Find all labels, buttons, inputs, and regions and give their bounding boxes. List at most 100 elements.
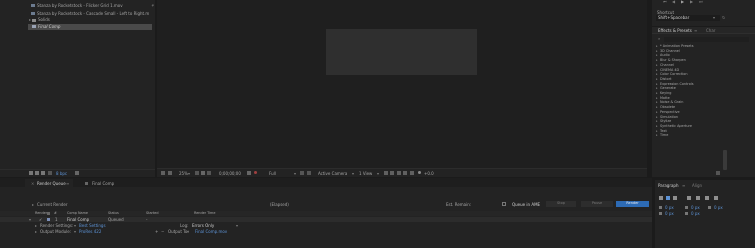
effect-category[interactable]: Keying [660,91,671,95]
column-comp-name[interactable]: Comp Name [67,211,88,215]
queue-ame-checkbox[interactable] [502,202,506,206]
effect-category[interactable]: * Animation Presets [660,44,693,48]
safe-zones-icon[interactable] [201,171,205,175]
pixel-aspect-icon[interactable] [384,171,388,175]
log-select[interactable]: Errors Only [192,224,214,228]
3d-view-icon[interactable] [168,171,172,175]
indent-right-value[interactable]: 0 px [691,206,700,210]
output-module-link[interactable]: ProRes 422 [79,230,101,234]
column-number[interactable]: # [54,211,57,215]
tab-render-queue[interactable]: Render Queue [37,182,66,186]
view-layout-select[interactable]: 1 View [359,172,372,176]
next-frame-icon[interactable]: ▶ [690,0,693,4]
exposure-value[interactable]: +0.0 [424,172,434,176]
disclosure-triangle-icon[interactable]: ▸ [29,18,31,22]
effect-category[interactable]: Blur & Sharpen [660,58,686,62]
timeline-icon[interactable] [397,171,401,175]
trash-icon[interactable] [75,171,79,175]
always-preview-icon[interactable] [161,171,165,175]
reset-exposure-icon[interactable] [410,171,414,175]
disclosure-triangle-icon[interactable]: ▸ [656,58,658,62]
chevron-down-icon[interactable]: ▾ [188,172,190,176]
effect-category[interactable]: Distort [660,77,671,81]
comp-flowchart-icon[interactable] [403,171,407,175]
zoom-select[interactable]: 25% [179,172,188,176]
disclosure-triangle-icon[interactable]: ▸ [32,203,34,207]
chevron-down-icon[interactable]: ▾ [74,230,76,234]
camera-select[interactable]: Active Camera [318,172,347,176]
align-center-icon[interactable] [666,196,670,200]
column-started[interactable]: Started [146,211,159,215]
chevron-down-icon[interactable]: ▾ [74,224,76,228]
snapshot-icon[interactable] [207,171,211,175]
play-icon[interactable]: ▶ [681,0,684,4]
space-after-value[interactable]: 0 px [691,212,700,216]
tab-effects-presets[interactable]: Effects & Presets [658,29,692,33]
column-render-time[interactable]: Render Time [194,211,215,215]
output-to-link[interactable]: Final Comp.mov [195,230,227,234]
new-composition-icon[interactable] [41,171,45,175]
align-right-icon[interactable] [673,196,677,200]
region-of-interest-icon[interactable] [300,171,304,175]
first-frame-icon[interactable]: ⏮ [663,0,667,4]
column-status[interactable]: Status [108,211,119,215]
effect-category[interactable]: Channel [660,63,674,67]
flowchart-icon[interactable]: ⚘ [151,4,155,8]
disclosure-triangle-icon[interactable]: ▸ [656,134,658,137]
disclosure-triangle-icon[interactable]: ▸ [656,72,658,76]
effect-category[interactable]: Synthetic Aperture [660,124,692,128]
chevron-down-icon[interactable]: ▾ [294,172,296,176]
label-color-icon[interactable] [47,218,50,221]
tab-align[interactable]: Align [692,184,702,188]
justify-center-icon[interactable] [696,196,700,200]
transparency-grid-icon[interactable] [307,171,311,175]
camera-icon[interactable] [247,171,251,175]
disclosure-triangle-icon[interactable]: ▸ [656,63,658,67]
pause-button[interactable]: Pause [581,201,613,207]
render-settings-link[interactable]: Best Settings [79,224,106,228]
project-folder[interactable]: Solids [38,18,50,22]
new-effect-icon[interactable] [716,171,720,175]
chevron-down-icon[interactable]: ▾ [377,172,379,176]
indent-first-value[interactable]: 0 px [714,206,723,210]
indent-left-value[interactable]: 0 px [665,206,674,210]
disclosure-triangle-icon[interactable]: ▸ [656,119,658,123]
effect-category[interactable]: Time [660,133,668,137]
project-settings-icon[interactable] [48,171,52,175]
timecode[interactable]: 0;00;00;00 [219,172,241,176]
disclosure-triangle-icon[interactable]: ▸ [35,230,37,234]
disclosure-triangle-icon[interactable]: ▾ [29,218,31,222]
exposure-icon[interactable] [418,171,421,174]
justify-right-icon[interactable] [705,196,709,200]
chevron-down-icon[interactable]: ▾ [236,224,238,228]
show-channel-icon[interactable] [254,171,257,174]
disclosure-triangle-icon[interactable]: ▸ [656,91,658,95]
resolution-select[interactable]: Full [269,172,276,176]
previous-frame-icon[interactable]: ◀ [672,0,675,4]
disclosure-triangle-icon[interactable]: ▸ [656,124,658,128]
project-item-selected[interactable]: Final Comp [38,25,60,29]
remove-output-icon[interactable]: − [161,230,164,234]
disclosure-triangle-icon[interactable]: ▸ [656,105,658,109]
column-render[interactable]: Render [35,211,47,215]
bpc-label[interactable]: 8 bpc [56,172,67,176]
last-frame-icon[interactable]: ⏭ [699,0,703,4]
tab-character[interactable]: Char [706,29,715,33]
tab-menu-icon[interactable]: ≡ [682,184,685,188]
tab-menu-icon[interactable]: ≡ [66,182,69,186]
queue-in-ame-button[interactable]: Queue in AME [512,203,540,207]
project-item[interactable]: Stanza by Rocketstock - Flicker Grid 1.m… [37,4,123,8]
interpret-footage-icon[interactable] [29,171,33,175]
fast-previews-icon[interactable] [390,171,394,175]
chevron-down-icon[interactable]: ▾ [713,16,715,20]
tab-paragraph[interactable]: Paragraph [658,184,679,188]
disclosure-triangle-icon[interactable]: ▸ [656,44,658,48]
stop-button[interactable]: Stop [546,201,576,207]
add-output-icon[interactable]: + [155,230,158,234]
project-item[interactable]: Stanza by Rocketstock - Cascade Small - … [37,12,149,16]
effect-category[interactable]: Obsolete [660,105,675,109]
align-left-icon[interactable] [659,196,663,200]
render-button[interactable]: Render [616,201,649,207]
render-item-row[interactable] [0,217,652,222]
render-checkbox[interactable]: ✓ [39,218,42,222]
